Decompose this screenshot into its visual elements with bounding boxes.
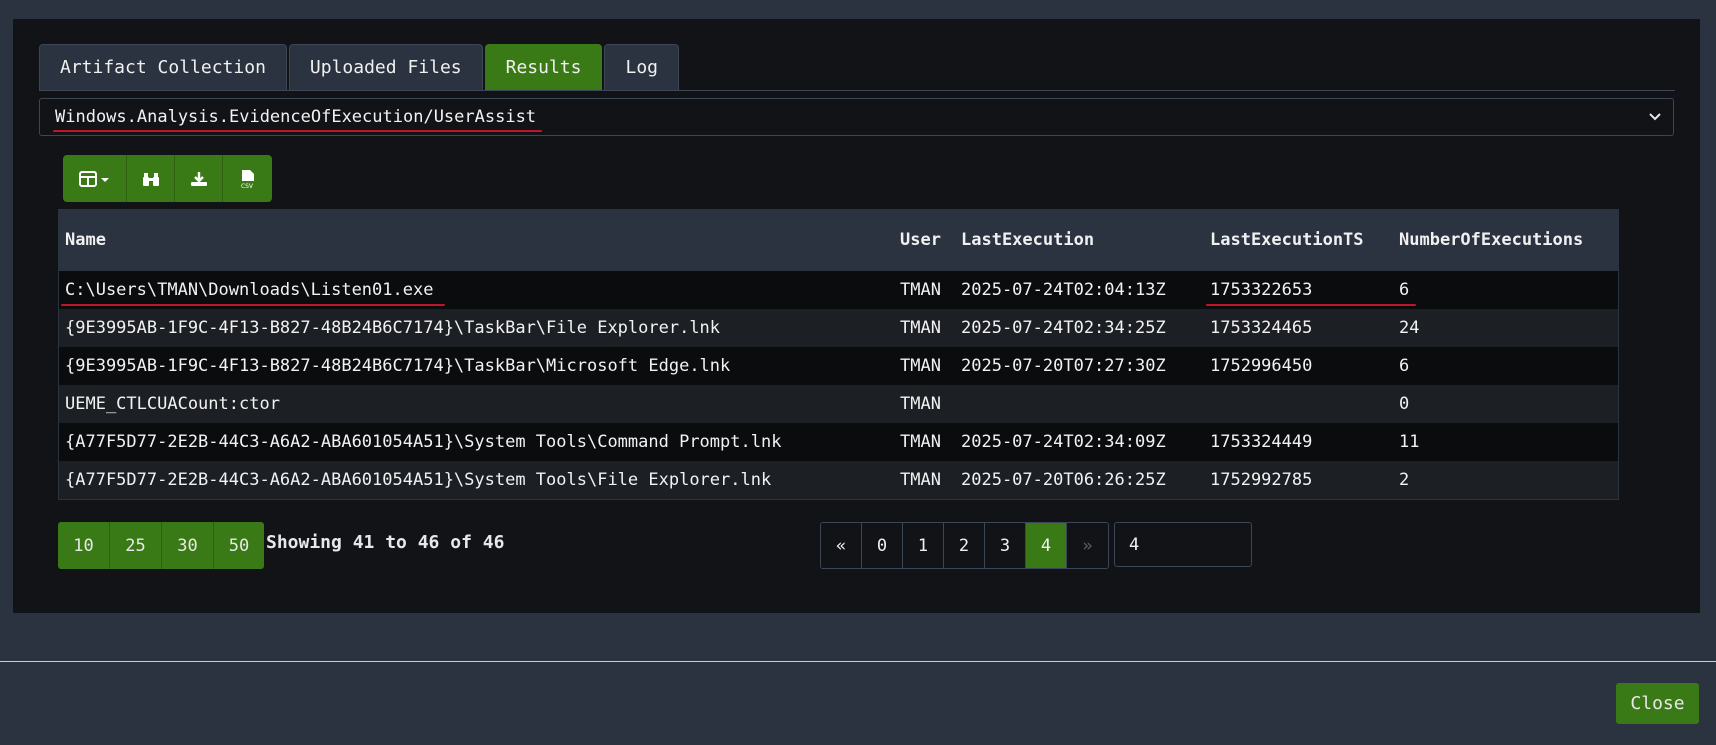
cell-name: UEME_CTLCUACount:ctor — [65, 394, 280, 414]
pagination-page-1[interactable]: 1 — [903, 523, 944, 568]
csv-file-icon: CSV — [240, 169, 254, 189]
pagination-page-3[interactable]: 3 — [985, 523, 1026, 568]
cell-lastexecution: 2025-07-24T02:04:13Z — [961, 280, 1166, 300]
cell-name: {9E3995AB-1F9C-4F13-B827-48B24B6C7174}\T… — [65, 318, 721, 338]
pagination-page-2[interactable]: 2 — [944, 523, 985, 568]
tab-divider — [39, 90, 1675, 91]
table-row[interactable]: {A77F5D77-2E2B-44C3-A6A2-ABA601054A51}\S… — [59, 423, 1618, 461]
close-button[interactable]: Close — [1616, 683, 1699, 724]
cell-numberofexecutions: 24 — [1399, 318, 1420, 338]
tab-results[interactable]: Results — [484, 44, 603, 90]
cell-user: TMAN — [900, 318, 941, 338]
cell-user: TMAN — [900, 470, 941, 490]
binoculars-icon — [142, 172, 159, 186]
results-table: Name User LastExecution LastExecutionTS … — [58, 209, 1619, 500]
cell-user: TMAN — [900, 432, 941, 452]
columns-dropdown-icon — [78, 170, 109, 187]
cell-numberofexecutions: 6 — [1399, 356, 1410, 376]
column-selector-button[interactable] — [63, 155, 127, 202]
export-csv-button[interactable]: CSV — [223, 155, 272, 202]
cell-name: {A77F5D77-2E2B-44C3-A6A2-ABA601054A51}\S… — [65, 470, 772, 490]
cell-name: {9E3995AB-1F9C-4F13-B827-48B24B6C7174}\T… — [65, 356, 731, 376]
table-row[interactable]: C:\Users\TMAN\Downloads\Listen01.exe TMA… — [59, 271, 1618, 309]
pagination-next-button[interactable]: » — [1067, 523, 1108, 568]
column-header-lastexecution[interactable]: LastExecution — [961, 210, 1094, 271]
download-button[interactable] — [175, 155, 223, 202]
cell-name: {A77F5D77-2E2B-44C3-A6A2-ABA601054A51}\S… — [65, 432, 782, 452]
cell-user: TMAN — [900, 356, 941, 376]
artifact-select-value: Windows.Analysis.EvidenceOfExecution/Use… — [52, 107, 543, 132]
download-icon — [190, 171, 207, 186]
pagination-page-0[interactable]: 0 — [862, 523, 903, 568]
table-row[interactable]: {A77F5D77-2E2B-44C3-A6A2-ABA601054A51}\S… — [59, 461, 1618, 499]
pagination-page-4[interactable]: 4 — [1026, 523, 1067, 568]
annotation-underline — [61, 304, 445, 306]
tab-uploaded-files[interactable]: Uploaded Files — [288, 44, 483, 90]
showing-range-text: Showing 41 to 46 of 46 — [266, 532, 505, 553]
goto-page-input[interactable] — [1114, 522, 1252, 567]
pagination-prev-button[interactable]: « — [821, 523, 862, 568]
page-size-25-button[interactable]: 25 — [110, 522, 162, 569]
cell-lastexecution: 2025-07-24T02:34:09Z — [961, 432, 1166, 452]
page-size-50-button[interactable]: 50 — [214, 522, 264, 569]
column-header-numberofexecutions[interactable]: NumberOfExecutions — [1399, 210, 1583, 271]
column-header-name[interactable]: Name — [65, 210, 106, 271]
tab-bar: Artifact Collection Uploaded Files Resul… — [39, 44, 681, 91]
svg-text:CSV: CSV — [240, 183, 253, 189]
cell-user: TMAN — [900, 280, 941, 300]
table-header: Name User LastExecution LastExecutionTS … — [59, 210, 1618, 271]
pagination: « 0 1 2 3 4 » — [820, 522, 1109, 569]
page-size-selector: 10 25 30 50 — [58, 522, 264, 569]
annotation-underline — [1206, 304, 1416, 306]
cell-lastexecutionts: 1752996450 — [1210, 356, 1313, 376]
table-row[interactable]: UEME_CTLCUACount:ctor TMAN 0 — [59, 385, 1618, 423]
cell-lastexecutionts: 1752992785 — [1210, 470, 1313, 490]
cell-numberofexecutions: 0 — [1399, 394, 1410, 414]
cell-lastexecution: 2025-07-20T06:26:25Z — [961, 470, 1166, 490]
page-size-30-button[interactable]: 30 — [162, 522, 214, 569]
column-header-user[interactable]: User — [900, 210, 941, 271]
cell-user: TMAN — [900, 394, 941, 414]
cell-lastexecutionts: 1753324465 — [1210, 318, 1313, 338]
search-button[interactable] — [127, 155, 175, 202]
cell-lastexecutionts: 1753324449 — [1210, 432, 1313, 452]
chevron-down-icon — [1649, 113, 1661, 121]
table-row[interactable]: {9E3995AB-1F9C-4F13-B827-48B24B6C7174}\T… — [59, 309, 1618, 347]
tab-artifact-collection[interactable]: Artifact Collection — [39, 44, 287, 90]
cell-numberofexecutions: 11 — [1399, 432, 1420, 452]
artifact-select[interactable]: Windows.Analysis.EvidenceOfExecution/Use… — [39, 98, 1674, 136]
page-size-10-button[interactable]: 10 — [58, 522, 110, 569]
modal-footer-divider — [0, 661, 1716, 662]
table-toolbar: CSV — [63, 155, 272, 202]
cell-numberofexecutions: 2 — [1399, 470, 1410, 490]
column-header-lastexecutionts[interactable]: LastExecutionTS — [1210, 210, 1364, 271]
table-row[interactable]: {9E3995AB-1F9C-4F13-B827-48B24B6C7174}\T… — [59, 347, 1618, 385]
cell-lastexecution: 2025-07-20T07:27:30Z — [961, 356, 1166, 376]
tab-log[interactable]: Log — [604, 44, 679, 90]
cell-lastexecution: 2025-07-24T02:34:25Z — [961, 318, 1166, 338]
